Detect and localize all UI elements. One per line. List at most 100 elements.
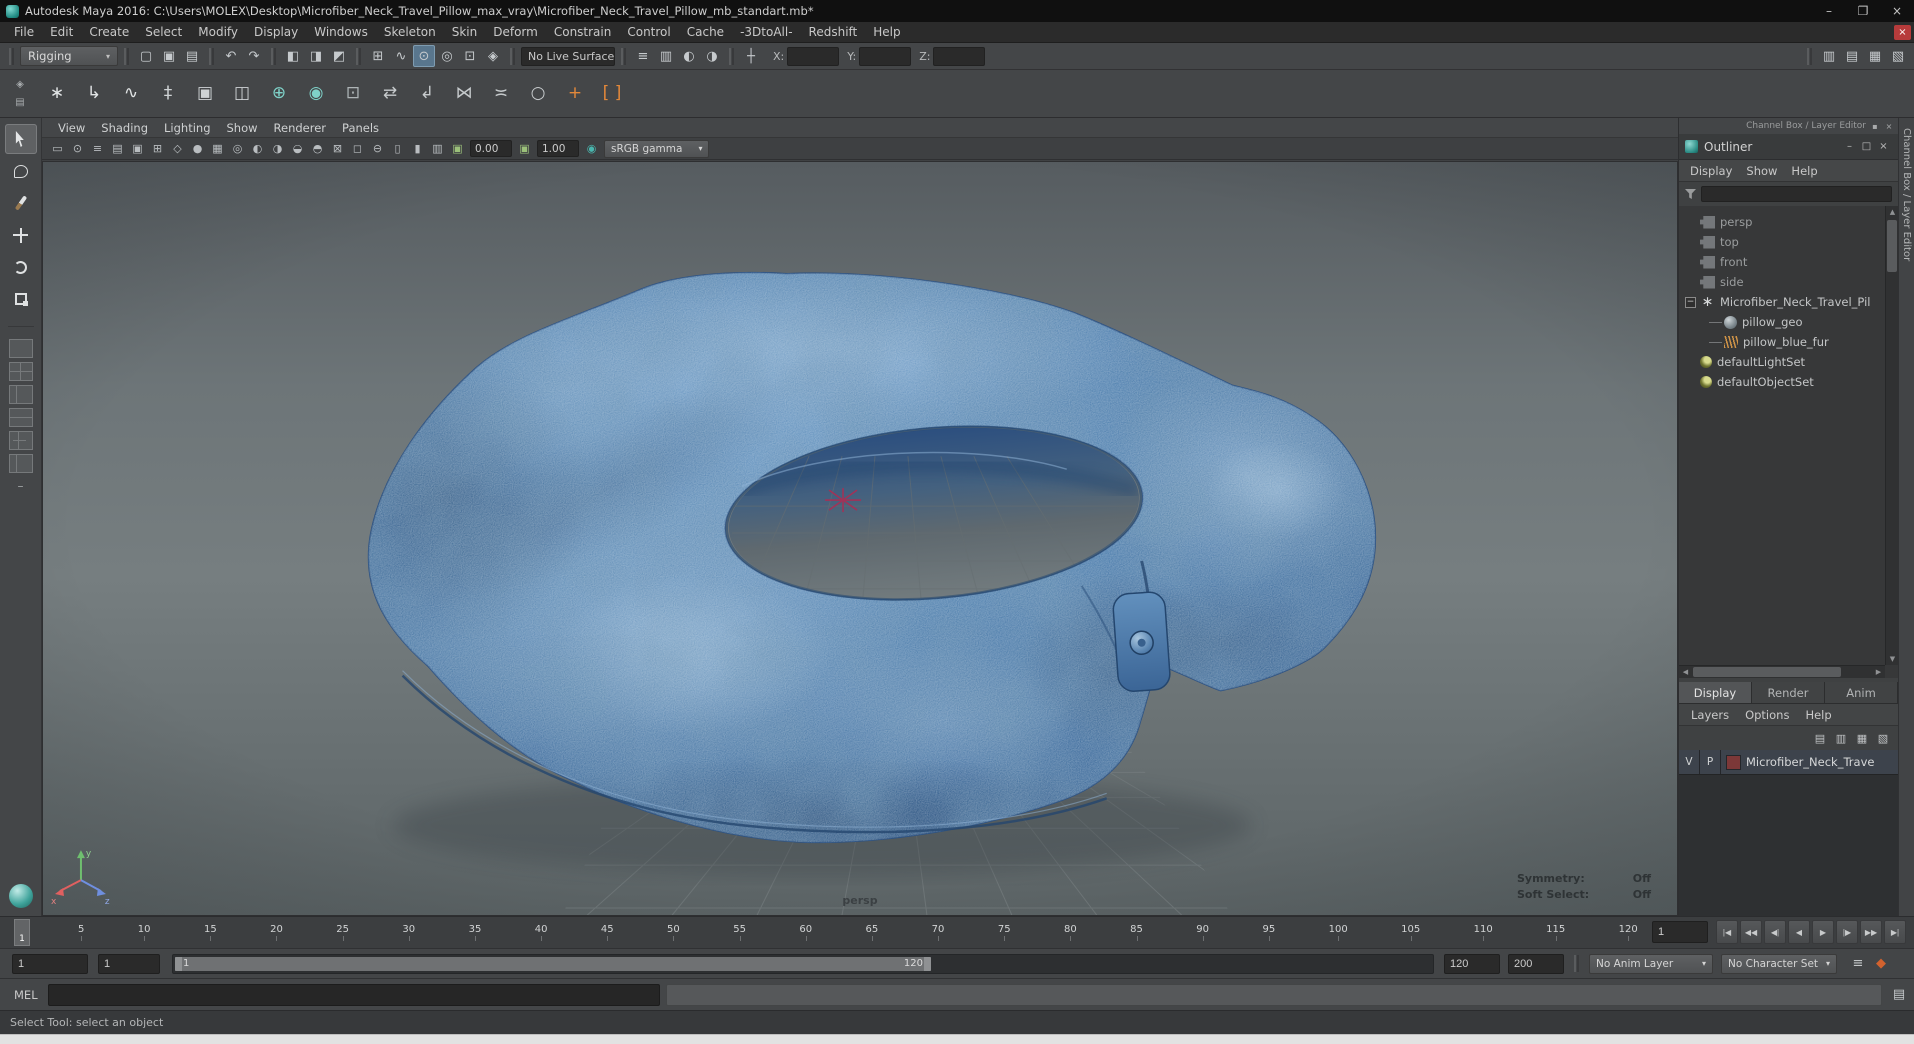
- minimize-button[interactable]: –: [1812, 0, 1846, 22]
- two-d-pan-zoom-icon[interactable]: ⊞: [148, 139, 167, 158]
- menu-item[interactable]: Skeleton: [376, 25, 444, 39]
- wireframe-icon[interactable]: ◇: [168, 139, 187, 158]
- timeline-tick-label[interactable]: 60: [799, 924, 812, 941]
- vertical-scrollbar[interactable]: ▲ ▼: [1885, 206, 1898, 665]
- outliner-item[interactable]: persp: [1685, 212, 1884, 232]
- menu-item[interactable]: Shading: [93, 121, 156, 135]
- resolution-gate-icon[interactable]: ▮: [408, 139, 427, 158]
- toolbar-grip[interactable]: [1807, 47, 1812, 65]
- layer-playback-toggle[interactable]: P: [1700, 750, 1721, 774]
- horizontal-scrollbar[interactable]: ◀ ▶: [1679, 665, 1885, 678]
- layout-four-pane[interactable]: [8, 362, 33, 381]
- hik-skeleton-icon[interactable]: ◉: [299, 77, 333, 111]
- outliner-item[interactable]: pillow_geo: [1685, 312, 1884, 332]
- layer-editor-tab[interactable]: Display: [1679, 682, 1752, 703]
- timeline-tick-label[interactable]: 55: [733, 924, 746, 941]
- layout-single-pane[interactable]: [8, 339, 33, 358]
- animation-end-field[interactable]: [1508, 953, 1564, 974]
- lasso-select-tool[interactable]: [5, 156, 37, 186]
- menu-item[interactable]: Constrain: [546, 25, 620, 39]
- smooth-shade-icon[interactable]: ●: [188, 139, 207, 158]
- menu-item[interactable]: Panels: [334, 121, 387, 135]
- timeline-tick-label[interactable]: 105: [1401, 924, 1420, 941]
- command-language-label[interactable]: MEL: [14, 988, 38, 1002]
- menu-item[interactable]: Help: [1784, 164, 1824, 178]
- exposure-icon[interactable]: ▣: [448, 139, 467, 158]
- live-surface-field[interactable]: No Live Surface: [521, 46, 615, 66]
- menu-item[interactable]: Skin: [444, 25, 486, 39]
- motion-blur-icon[interactable]: ◓: [308, 139, 327, 158]
- anim-layer-dropdown[interactable]: No Anim Layer ▾: [1589, 953, 1713, 974]
- menu-item[interactable]: Display: [1683, 164, 1739, 178]
- lock-camera-icon[interactable]: ⊙: [68, 139, 87, 158]
- timeline-tick-label[interactable]: 70: [932, 924, 944, 941]
- step-forward-frame-button[interactable]: ▶▶: [1860, 920, 1882, 944]
- menu-item[interactable]: Cache: [679, 25, 732, 39]
- panel-close-icon[interactable]: ×: [1894, 24, 1911, 40]
- open-render-view-icon[interactable]: ▥: [655, 45, 677, 67]
- gamma-icon[interactable]: ▣: [515, 139, 534, 158]
- screen-space-ao-icon[interactable]: ◒: [288, 139, 307, 158]
- add-keyframe-icon[interactable]: +: [558, 77, 592, 111]
- command-result-field[interactable]: [665, 983, 1882, 1006]
- maximize-button[interactable]: ❐: [1846, 0, 1880, 22]
- chain-constraint-icon[interactable]: ⋈: [447, 77, 481, 111]
- scroll-right-icon[interactable]: ▶: [1872, 666, 1885, 678]
- layout-three-pane[interactable]: [8, 431, 33, 450]
- paint-select-tool[interactable]: [5, 188, 37, 218]
- menu-item[interactable]: Select: [137, 25, 190, 39]
- snap-to-grid-icon[interactable]: ⊞: [367, 45, 389, 67]
- menu-item[interactable]: Edit: [42, 25, 81, 39]
- toolbar-grip[interactable]: [209, 47, 214, 65]
- outliner-item[interactable]: side: [1685, 272, 1884, 292]
- play-forwards-button[interactable]: ▶: [1812, 920, 1834, 944]
- menu-set-dropdown[interactable]: Rigging ▾: [20, 46, 118, 66]
- viewport-3d-canvas[interactable]: .: [42, 161, 1678, 916]
- menu-item[interactable]: Show: [1739, 164, 1784, 178]
- timeline-tick-label[interactable]: 25: [336, 924, 349, 941]
- curve-warp-icon[interactable]: ↲: [410, 77, 444, 111]
- quick-rig-icon[interactable]: ⊕: [262, 77, 296, 111]
- minimize-button[interactable]: –: [1841, 139, 1858, 154]
- outliner-search-input[interactable]: [1701, 186, 1892, 202]
- timeline-tick-label[interactable]: 35: [469, 924, 481, 941]
- menu-item[interactable]: Create: [81, 25, 137, 39]
- menu-item[interactable]: Layers: [1683, 708, 1737, 722]
- menu-item[interactable]: Options: [1737, 708, 1797, 722]
- construction-history-icon[interactable]: ≡: [632, 45, 654, 67]
- timeline-tick-label[interactable]: 50: [667, 924, 680, 941]
- image-plane-icon[interactable]: ▣: [128, 139, 147, 158]
- filter-icon[interactable]: [1685, 189, 1696, 199]
- ik-spline-handle-icon[interactable]: ∿: [114, 77, 148, 111]
- layer-editor-tab[interactable]: Render: [1752, 682, 1825, 703]
- toolbar-grip[interactable]: [729, 47, 734, 65]
- menu-item[interactable]: Help: [865, 25, 908, 39]
- menu-item[interactable]: File: [6, 25, 42, 39]
- toggle-channel-box-icon[interactable]: ▧: [1887, 45, 1909, 67]
- transform-entry-icon[interactable]: ┼: [740, 45, 762, 67]
- timeline-tick-label[interactable]: 100: [1329, 924, 1348, 941]
- shelf-tabs-icon[interactable]: ▤: [12, 95, 28, 111]
- timeline-tick-label[interactable]: 10: [138, 924, 151, 941]
- timeline-tick-label[interactable]: 65: [866, 924, 878, 941]
- xray-icon[interactable]: ◻: [348, 139, 367, 158]
- maximize-button[interactable]: □: [1858, 139, 1875, 154]
- scroll-down-icon[interactable]: ▼: [1886, 653, 1898, 665]
- menu-item[interactable]: Redshift: [801, 25, 866, 39]
- toolbar-grip[interactable]: [621, 47, 626, 65]
- select-component-icon[interactable]: ◩: [328, 45, 350, 67]
- new-scene-icon[interactable]: ▢: [135, 45, 157, 67]
- close-button[interactable]: ×: [1880, 0, 1914, 22]
- humanik-icon[interactable]: ▣: [188, 77, 222, 111]
- bookmarks-icon[interactable]: ▤: [108, 139, 127, 158]
- menu-item[interactable]: Show: [219, 121, 266, 135]
- character-set-dropdown[interactable]: No Character Set ▾: [1721, 953, 1837, 974]
- menu-item[interactable]: Renderer: [266, 121, 335, 135]
- shelf-options-icon[interactable]: ◈: [12, 77, 28, 93]
- open-scene-icon[interactable]: ▣: [158, 45, 180, 67]
- step-back-frame-button[interactable]: ◀◀: [1740, 920, 1762, 944]
- timeline-tick-label[interactable]: 5: [78, 924, 84, 941]
- scroll-left-icon[interactable]: ◀: [1679, 666, 1692, 678]
- layout-two-pane-stacked[interactable]: [8, 408, 33, 427]
- outliner-title-bar[interactable]: Outliner – □ ×: [1679, 134, 1898, 160]
